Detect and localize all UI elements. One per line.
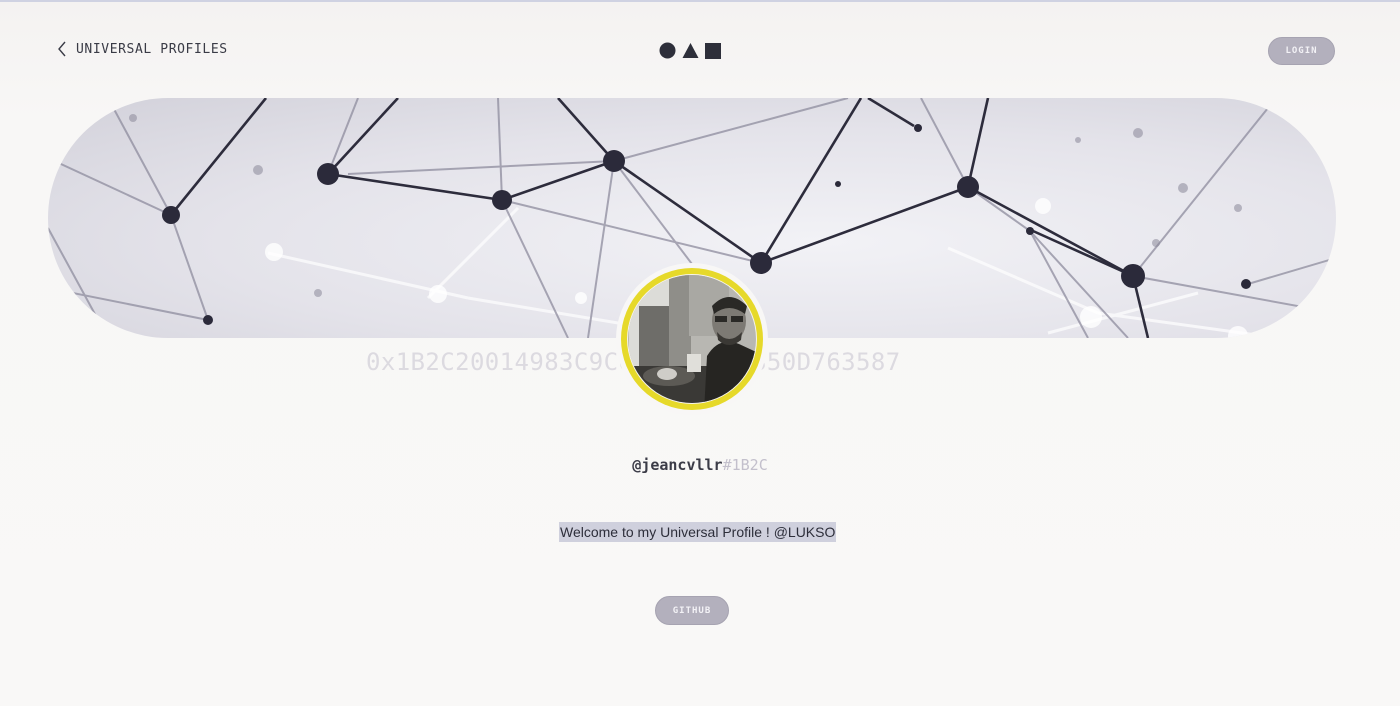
window-top-border [0, 0, 1400, 2]
brand-logo[interactable] [659, 42, 721, 64]
triangle-icon [682, 42, 699, 64]
chevron-left-icon [56, 40, 68, 58]
circle-icon [659, 42, 676, 64]
username-handle: @jeancvllr [632, 456, 723, 474]
username-tag: #1B2C [722, 456, 768, 474]
back-to-universal-profiles-link[interactable]: UNIVERSAL PROFILES [56, 40, 228, 58]
square-icon [705, 42, 721, 64]
profile-username: @jeancvllr#1B2C [0, 456, 1400, 474]
back-link-label: UNIVERSAL PROFILES [76, 41, 228, 57]
profile-page: UNIVERSAL PROFILES LOGIN @jeancvllr#1B2C… [0, 0, 1400, 706]
login-button[interactable]: LOGIN [1268, 37, 1335, 65]
profile-bio: Welcome to my Universal Profile ! @LUKSO [559, 522, 837, 542]
github-link-button[interactable]: GITHUB [655, 596, 729, 625]
avatar-image [619, 266, 765, 412]
avatar [616, 263, 768, 415]
